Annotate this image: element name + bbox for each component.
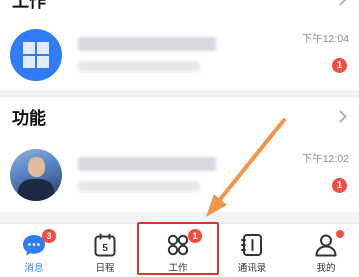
section-header-features[interactable]: 功能 bbox=[0, 99, 359, 139]
timestamp: 下午12:02 bbox=[301, 153, 349, 165]
tab-messages[interactable]: 3 消息 bbox=[4, 224, 64, 277]
separator bbox=[0, 90, 359, 98]
timestamp: 下午12:04 bbox=[301, 33, 349, 45]
tab-label: 工作 bbox=[168, 263, 188, 274]
blurred-title bbox=[78, 37, 216, 51]
unread-badge: 1 bbox=[332, 58, 347, 73]
person-icon bbox=[315, 234, 337, 257]
tab-label: 我的 bbox=[316, 263, 336, 274]
unread-badge: 1 bbox=[332, 178, 347, 193]
tab-label: 通讯录 bbox=[237, 263, 267, 274]
section-header-work[interactable]: 工作 bbox=[0, 0, 359, 22]
list-item[interactable]: 下午12:02 1 bbox=[0, 140, 359, 210]
user-avatar bbox=[10, 149, 62, 201]
notification-dot bbox=[336, 230, 344, 238]
tab-label: 消息 bbox=[24, 263, 44, 274]
tab-work[interactable]: 1 工作 bbox=[148, 224, 208, 277]
tab-me[interactable]: 我的 bbox=[296, 224, 356, 277]
tab-label: 日程 bbox=[95, 263, 115, 274]
list-item[interactable]: 下午12:04 1 bbox=[0, 20, 359, 90]
tab-badge: 3 bbox=[42, 229, 56, 243]
section-title: 功能 bbox=[12, 109, 46, 128]
calendar-icon: 5 bbox=[94, 233, 116, 257]
app-grid-icon bbox=[10, 29, 62, 81]
tab-badge: 1 bbox=[188, 229, 202, 243]
contacts-book-icon bbox=[241, 234, 262, 256]
calendar-day: 5 bbox=[102, 243, 108, 254]
bottom-tab-bar: 3 消息 5 日程 1 工作 通讯录 我的 bbox=[0, 223, 359, 277]
tab-contacts[interactable]: 通讯录 bbox=[222, 224, 282, 277]
tab-schedule[interactable]: 5 日程 bbox=[75, 224, 135, 277]
section-title: 工作 bbox=[12, 0, 46, 11]
separator bbox=[0, 212, 359, 223]
chevron-right-icon bbox=[334, 0, 347, 6]
blurred-subtitle bbox=[78, 181, 200, 192]
chevron-right-icon bbox=[334, 110, 347, 123]
blurred-subtitle bbox=[78, 61, 200, 72]
blurred-title bbox=[78, 157, 216, 171]
